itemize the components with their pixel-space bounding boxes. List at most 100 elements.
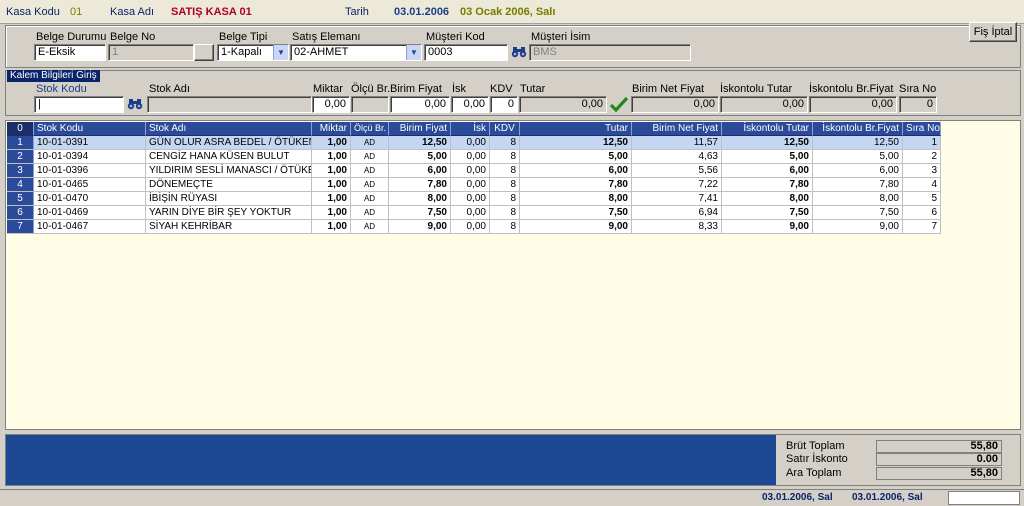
cell-olcu-br[interactable]: AD (351, 192, 389, 206)
kdv-input[interactable]: 0 (490, 96, 518, 113)
table-row[interactable]: 7 10-01-0467 SİYAH KEHRİBAR 1,00 AD 9,00 0,00 8… (6, 220, 946, 234)
cell-stok-adi[interactable]: CENGİZ HANA KÜSEN BULUT (146, 150, 312, 164)
cell-iskontolu-tutar[interactable]: 9,00 (722, 220, 813, 234)
cell-isk[interactable]: 0,00 (451, 192, 490, 206)
cell-kdv[interactable]: 8 (490, 192, 520, 206)
cell-stok-adi[interactable]: YILDIRIM SESLİ MANASCI / ÖTÜKEN (146, 164, 312, 178)
cell-birim-fiyat[interactable]: 8,00 (389, 192, 451, 206)
musteri-isim-field[interactable]: BMS (529, 44, 691, 61)
cell-tutar[interactable]: 7,80 (520, 178, 632, 192)
stok-adi-field[interactable] (147, 96, 312, 113)
checkmark-icon[interactable] (608, 95, 630, 113)
cell-birim-fiyat[interactable]: 5,00 (389, 150, 451, 164)
row-indicator[interactable]: 7 (7, 220, 34, 234)
tutar-field[interactable]: 0,00 (519, 96, 607, 113)
cell-stok-adi[interactable]: GÜN OLUR ASRA BEDEL / ÖTÜKEN (146, 136, 312, 150)
birim-net-field[interactable]: 0,00 (631, 96, 719, 113)
fis-iptal-button[interactable]: Fiş İptal (969, 22, 1017, 42)
cell-stok-kodu[interactable]: 10-01-0467 (34, 220, 146, 234)
grid-header-isk[interactable]: İsk (451, 122, 490, 136)
cell-tutar[interactable]: 7,50 (520, 206, 632, 220)
cell-iskontolu-tutar[interactable]: 7,50 (722, 206, 813, 220)
row-indicator[interactable]: 2 (7, 150, 34, 164)
cell-birim-net[interactable]: 4,63 (632, 150, 722, 164)
belge-no-field[interactable]: 1 (108, 44, 194, 61)
cell-stok-kodu[interactable]: 10-01-0394 (34, 150, 146, 164)
table-row[interactable]: 1 10-01-0391 GÜN OLUR ASRA BEDEL / ÖTÜKEN 1… (6, 136, 946, 150)
cell-kdv[interactable]: 8 (490, 178, 520, 192)
cell-iskontolu-tutar[interactable]: 6,00 (722, 164, 813, 178)
cell-kdv[interactable]: 8 (490, 206, 520, 220)
cell-stok-adi[interactable]: DÖNEMEÇTE (146, 178, 312, 192)
cell-sira-no[interactable]: 6 (903, 206, 941, 220)
cell-birim-net[interactable]: 6,94 (632, 206, 722, 220)
musteri-kod-field[interactable]: 0003 (424, 44, 508, 61)
cell-olcu-br[interactable]: AD (351, 220, 389, 234)
cell-birim-fiyat[interactable]: 7,50 (389, 206, 451, 220)
grid-header-birim-net[interactable]: Birim Net Fiyat (632, 122, 722, 136)
table-row[interactable]: 2 10-01-0394 CENGİZ HANA KÜSEN BULUT 1,00 AD… (6, 150, 946, 164)
cell-iskontolu-tutar[interactable]: 8,00 (722, 192, 813, 206)
birim-fiyat-input[interactable]: 0,00 (390, 96, 450, 113)
row-indicator[interactable]: 6 (7, 206, 34, 220)
grid-header-miktar[interactable]: Miktar (312, 122, 351, 136)
cell-iskontolu-br[interactable]: 5,00 (813, 150, 903, 164)
cell-olcu-br[interactable]: AD (351, 150, 389, 164)
cell-birim-net[interactable]: 7,41 (632, 192, 722, 206)
cell-birim-fiyat[interactable]: 7,80 (389, 178, 451, 192)
table-row[interactable]: 5 10-01-0470 İBİŞİN RÜYASI 1,00 AD 8,00 0,00 8 8… (6, 192, 946, 206)
binoculars-search-icon[interactable] (510, 44, 528, 60)
cell-iskontolu-br[interactable]: 7,80 (813, 178, 903, 192)
cell-iskontolu-br[interactable]: 12,50 (813, 136, 903, 150)
cell-birim-fiyat[interactable]: 12,50 (389, 136, 451, 150)
belge-durumu-field[interactable]: E-Eksik (34, 44, 106, 61)
cell-stok-adi[interactable]: SİYAH KEHRİBAR (146, 220, 312, 234)
cell-tutar[interactable]: 5,00 (520, 150, 632, 164)
grid-header-sira-no[interactable]: Sıra No (903, 122, 941, 136)
cell-miktar[interactable]: 1,00 (312, 178, 351, 192)
cell-sira-no[interactable]: 1 (903, 136, 941, 150)
cell-stok-kodu[interactable]: 10-01-0465 (34, 178, 146, 192)
cell-birim-net[interactable]: 7,22 (632, 178, 722, 192)
cell-isk[interactable]: 0,00 (451, 164, 490, 178)
cell-olcu-br[interactable]: AD (351, 136, 389, 150)
belge-no-lookup-button[interactable] (194, 44, 214, 61)
cell-birim-net[interactable]: 5,56 (632, 164, 722, 178)
cell-birim-fiyat[interactable]: 9,00 (389, 220, 451, 234)
cell-kdv[interactable]: 8 (490, 136, 520, 150)
cell-sira-no[interactable]: 5 (903, 192, 941, 206)
isk-input[interactable]: 0,00 (451, 96, 489, 113)
cell-iskontolu-br[interactable]: 9,00 (813, 220, 903, 234)
cell-sira-no[interactable]: 4 (903, 178, 941, 192)
cell-sira-no[interactable]: 7 (903, 220, 941, 234)
cell-stok-kodu[interactable]: 10-01-0469 (34, 206, 146, 220)
cell-miktar[interactable]: 1,00 (312, 206, 351, 220)
cell-tutar[interactable]: 9,00 (520, 220, 632, 234)
belge-tipi-select[interactable]: 1-Kapalı ▼ (217, 44, 289, 61)
table-row[interactable]: 4 10-01-0465 DÖNEMEÇTE 1,00 AD 7,80 0,00 8 7,80 7… (6, 178, 946, 192)
cell-olcu-br[interactable]: AD (351, 178, 389, 192)
cell-kdv[interactable]: 8 (490, 150, 520, 164)
iskontolu-br-field[interactable]: 0,00 (809, 96, 897, 113)
cell-iskontolu-tutar[interactable]: 5,00 (722, 150, 813, 164)
cell-iskontolu-tutar[interactable]: 7,80 (722, 178, 813, 192)
cell-iskontolu-br[interactable]: 7,50 (813, 206, 903, 220)
cell-sira-no[interactable]: 2 (903, 150, 941, 164)
row-indicator[interactable]: 4 (7, 178, 34, 192)
cell-stok-adi[interactable]: YARIN DİYE BİR ŞEY YOKTUR (146, 206, 312, 220)
cell-birim-fiyat[interactable]: 6,00 (389, 164, 451, 178)
grid-header-birim-fiyat[interactable]: Birim Fiyat (389, 122, 451, 136)
cell-miktar[interactable]: 1,00 (312, 136, 351, 150)
table-row[interactable]: 6 10-01-0469 YARIN DİYE BİR ŞEY YOKTUR 1,00… (6, 206, 946, 220)
stok-kodu-input[interactable]: | (34, 96, 124, 113)
items-grid[interactable]: 0 Stok Kodu Stok Adı Miktar Ölçü Br. Bir… (5, 120, 1021, 430)
cell-iskontolu-br[interactable]: 6,00 (813, 164, 903, 178)
cell-birim-net[interactable]: 11,57 (632, 136, 722, 150)
binoculars-search-icon[interactable] (126, 96, 144, 112)
cell-iskontolu-tutar[interactable]: 12,50 (722, 136, 813, 150)
cell-isk[interactable]: 0,00 (451, 220, 490, 234)
cell-stok-kodu[interactable]: 10-01-0470 (34, 192, 146, 206)
grid-header-iskontolu-br[interactable]: İskontolu Br.Fiyat (813, 122, 903, 136)
cell-miktar[interactable]: 1,00 (312, 192, 351, 206)
cell-tutar[interactable]: 8,00 (520, 192, 632, 206)
